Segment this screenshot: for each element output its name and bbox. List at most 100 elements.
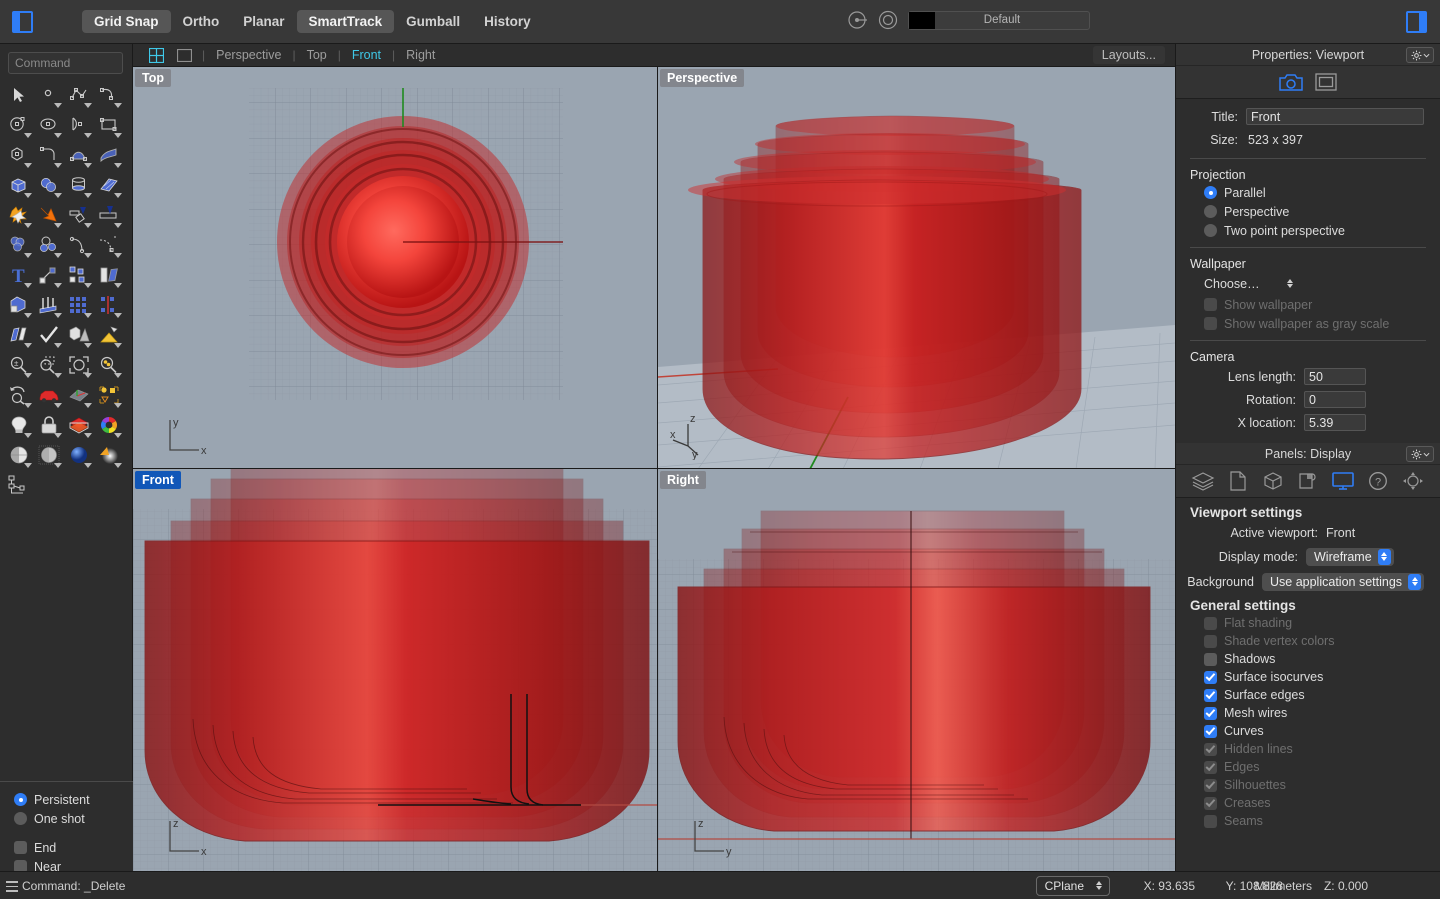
- cplane-selector[interactable]: CPlane: [1035, 875, 1110, 896]
- cplane-tool[interactable]: [64, 380, 94, 410]
- mode-grid-snap[interactable]: Grid Snap: [82, 10, 171, 33]
- check-tool[interactable]: [34, 320, 64, 350]
- setting-silhouettes[interactable]: Silhouettes: [1204, 776, 1426, 794]
- render-icon[interactable]: [1295, 469, 1321, 493]
- viewport-tab-top[interactable]: Top: [303, 48, 331, 62]
- x-location-input[interactable]: [1304, 414, 1366, 431]
- curve-tool[interactable]: [94, 80, 124, 110]
- parallel-radio[interactable]: [1204, 186, 1217, 199]
- setting-shadows[interactable]: Shadows: [1204, 650, 1426, 668]
- osnap-mode-persistent[interactable]: Persistent: [14, 790, 133, 809]
- material-selector[interactable]: Default: [908, 10, 1090, 30]
- wallpaper-choose-row[interactable]: Choose…: [1190, 272, 1426, 295]
- mode-smarttrack[interactable]: SmartTrack: [296, 10, 395, 33]
- show-wallpaper-gray-checkbox[interactable]: [1204, 317, 1217, 330]
- named-views-icon[interactable]: [1400, 469, 1426, 493]
- toggle-right-panel-button[interactable]: [1406, 9, 1428, 35]
- flow-along-surface-tool[interactable]: [4, 320, 34, 350]
- edges-checkbox[interactable]: [1204, 760, 1217, 774]
- single-view-layout-icon[interactable]: [173, 47, 195, 64]
- silhouettes-checkbox[interactable]: [1204, 778, 1217, 792]
- persistent-radio[interactable]: [14, 793, 27, 806]
- setting-hidden-lines[interactable]: Hidden lines: [1204, 740, 1426, 758]
- lock-tool[interactable]: [34, 410, 64, 440]
- viewport-tab-right[interactable]: Right: [402, 48, 439, 62]
- surface-isocurves-checkbox[interactable]: [1204, 670, 1217, 684]
- ghosted-display-tool[interactable]: [34, 440, 64, 470]
- mirror-tool[interactable]: [94, 260, 124, 290]
- chevron-updown-icon[interactable]: [1408, 573, 1422, 590]
- mode-gumball[interactable]: Gumball: [394, 10, 472, 33]
- arc-tool[interactable]: [64, 110, 94, 140]
- array-tool[interactable]: [64, 260, 94, 290]
- setting-seams[interactable]: Seams: [1204, 812, 1426, 830]
- rotation-input[interactable]: [1304, 391, 1366, 408]
- surface-from-curves-tool[interactable]: [64, 140, 94, 170]
- select-arrow-tool[interactable]: [4, 80, 34, 110]
- material-color-swatch[interactable]: [909, 11, 935, 29]
- background-select[interactable]: Use application settings: [1262, 572, 1425, 591]
- show-wallpaper-gray-row[interactable]: Show wallpaper as gray scale: [1190, 314, 1426, 333]
- trim-tool[interactable]: [94, 200, 124, 230]
- extrude-tool[interactable]: [4, 290, 34, 320]
- viewport-title-input[interactable]: [1246, 108, 1424, 125]
- blend-curve-tool[interactable]: [94, 230, 124, 260]
- fillet-tool[interactable]: [34, 140, 64, 170]
- material-target-icon[interactable]: [877, 9, 899, 31]
- viewport-right-label[interactable]: Right: [660, 471, 706, 489]
- projection-perspective[interactable]: Perspective: [1190, 202, 1426, 221]
- mesh-from-surface-tool[interactable]: [94, 320, 124, 350]
- curves-checkbox[interactable]: [1204, 724, 1217, 738]
- color-wheel-tool[interactable]: [94, 410, 124, 440]
- sweep-surface-tool[interactable]: [94, 140, 124, 170]
- layers-tool[interactable]: [64, 410, 94, 440]
- loft-tool[interactable]: [34, 290, 64, 320]
- wallpaper-choose-dropdown[interactable]: Choose…: [1204, 276, 1297, 292]
- show-wallpaper-row[interactable]: Show wallpaper: [1190, 295, 1426, 314]
- viewport-front-label[interactable]: Front: [135, 471, 181, 489]
- render-preview-tool[interactable]: [94, 440, 124, 470]
- mode-planar[interactable]: Planar: [231, 10, 296, 33]
- select-objects-tool[interactable]: [94, 380, 124, 410]
- circle-tool[interactable]: [4, 110, 34, 140]
- viewport-top[interactable]: Top y x: [133, 67, 658, 469]
- viewport-tab-front[interactable]: Front: [348, 48, 385, 62]
- layouts-button[interactable]: Layouts...: [1092, 46, 1165, 64]
- rectangle-tool[interactable]: [94, 110, 124, 140]
- grid-array-tool[interactable]: [64, 290, 94, 320]
- shaded-display-tool[interactable]: [4, 440, 34, 470]
- setting-curves[interactable]: Curves: [1204, 722, 1426, 740]
- toggle-left-panel-button[interactable]: [12, 9, 34, 35]
- split-tool[interactable]: [64, 200, 94, 230]
- menu-icon[interactable]: [6, 881, 18, 895]
- array-along-curve-tool[interactable]: [94, 290, 124, 320]
- viewport-top-label[interactable]: Top: [135, 69, 171, 87]
- viewport-right[interactable]: Right z y: [658, 469, 1175, 871]
- display-monitor-icon[interactable]: [1330, 469, 1356, 493]
- setting-shade-vertex-colors[interactable]: Shade vertex colors: [1204, 632, 1426, 650]
- setting-edges[interactable]: Edges: [1204, 758, 1426, 776]
- setting-creases[interactable]: Creases: [1204, 794, 1426, 812]
- viewport-frame-icon[interactable]: [1313, 70, 1339, 94]
- perspective-radio[interactable]: [1204, 205, 1217, 218]
- osnap-mode-one-shot[interactable]: One shot: [14, 809, 133, 828]
- point-tool[interactable]: [34, 80, 64, 110]
- setting-flat-shading[interactable]: Flat shading: [1204, 614, 1426, 632]
- light-tool[interactable]: [4, 410, 34, 440]
- properties-gear-icon[interactable]: [1406, 47, 1434, 63]
- zoom-window-tool[interactable]: [34, 350, 64, 380]
- seams-checkbox[interactable]: [1204, 814, 1217, 828]
- box-tool[interactable]: [4, 170, 34, 200]
- end-checkbox[interactable]: [14, 841, 27, 854]
- mesh-wires-checkbox[interactable]: [1204, 706, 1217, 720]
- projection-two-point[interactable]: Two point perspective: [1190, 221, 1426, 240]
- properties-cube-icon[interactable]: [1260, 469, 1286, 493]
- cylinder-tool[interactable]: [64, 170, 94, 200]
- display-gear-icon[interactable]: [1406, 446, 1434, 462]
- display-mode-select[interactable]: Wireframe: [1306, 547, 1394, 566]
- shade-vertex-colors-checkbox[interactable]: [1204, 634, 1217, 648]
- offset-curve-tool[interactable]: [64, 230, 94, 260]
- zoom-selected-tool[interactable]: [94, 350, 124, 380]
- one-shot-radio[interactable]: [14, 812, 27, 825]
- help-icon[interactable]: ?: [1365, 469, 1391, 493]
